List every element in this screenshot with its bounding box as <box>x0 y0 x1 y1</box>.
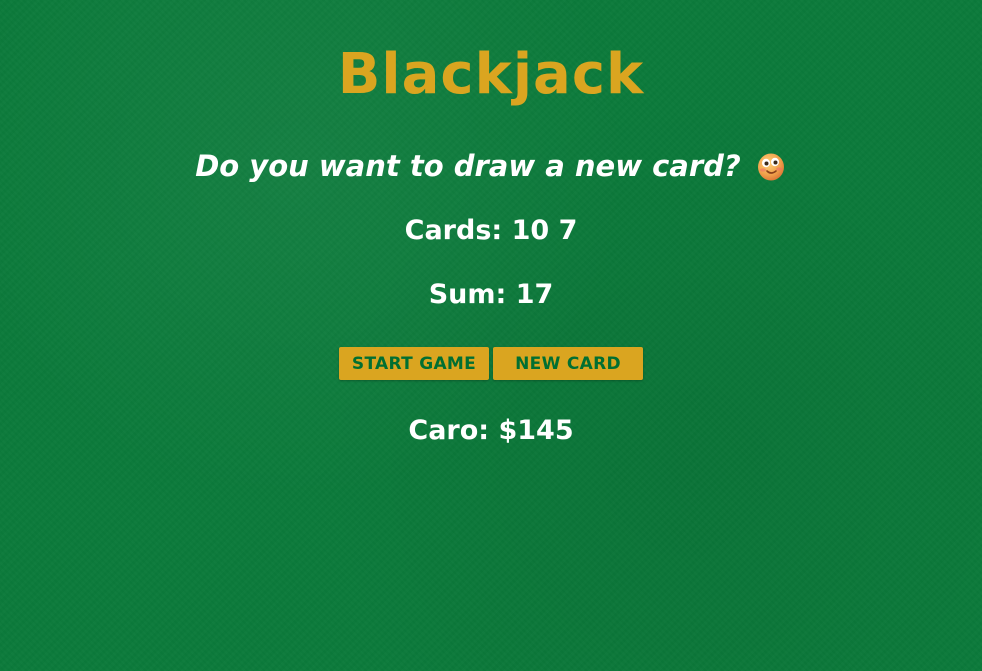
sum-value: 17 <box>515 279 554 310</box>
action-buttons: START GAME NEW CARD <box>0 347 982 380</box>
message-line: Do you want to draw a new card? <box>0 146 982 186</box>
smiling-face-emoji-icon <box>755 150 787 182</box>
cards-values: 10 7 <box>511 215 578 246</box>
cards-display: Cards: 10 7 <box>0 213 982 249</box>
message-text: Do you want to draw a new card? <box>195 149 741 183</box>
blackjack-game: Blackjack Do you want to draw a new card… <box>0 0 982 671</box>
game-title: Blackjack <box>337 42 645 107</box>
start-game-button[interactable]: START GAME <box>339 347 489 380</box>
new-card-button[interactable]: NEW CARD <box>493 347 643 380</box>
sum-display: Sum: 17 <box>0 277 982 313</box>
sum-label: Sum: <box>428 279 507 310</box>
cards-label: Cards: <box>404 215 503 246</box>
player-chips: Caro: $145 <box>408 415 574 446</box>
